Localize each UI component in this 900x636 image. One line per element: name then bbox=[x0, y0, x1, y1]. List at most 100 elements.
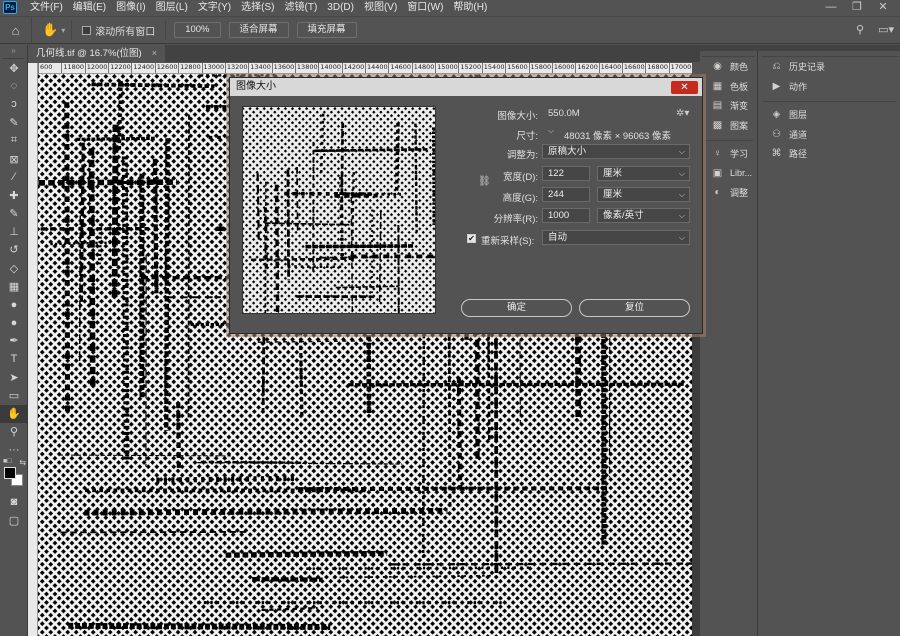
panel-tab-layers[interactable]: ◈ 图层 bbox=[759, 105, 900, 125]
scroll-all-checkbox[interactable] bbox=[82, 25, 92, 35]
dimensions-chevron-icon[interactable]: ⌵ bbox=[548, 126, 554, 136]
rectangle-icon[interactable]: ▭ bbox=[0, 386, 28, 404]
ruler-tick-label: 12200 bbox=[108, 63, 131, 73]
crop-icon[interactable]: ⌗ bbox=[0, 132, 28, 150]
ok-button[interactable]: 确定 bbox=[461, 299, 572, 317]
panel-tab-libraries[interactable]: ▣ Libr... bbox=[700, 164, 757, 184]
menu-help[interactable]: 帮助(H) bbox=[448, 0, 492, 15]
eyedropper-icon[interactable]: ⁄ bbox=[0, 168, 28, 186]
marquee-icon[interactable]: ◌ bbox=[0, 77, 28, 95]
panel-tab-learn[interactable]: ♀ 学习 bbox=[700, 144, 757, 164]
settings-gear-icon[interactable]: ✲▾ bbox=[676, 108, 689, 119]
width-label: 宽度(D): bbox=[503, 172, 538, 183]
resample-method-select[interactable]: 自动 ⌵ bbox=[542, 230, 690, 245]
gradient-icon[interactable]: ▦ bbox=[0, 277, 28, 295]
panel-tab-label: 色板 bbox=[730, 81, 749, 92]
close-window-button[interactable]: ✕ bbox=[870, 0, 896, 15]
tool-preset-picker[interactable]: ✋ ▾ bbox=[32, 20, 73, 40]
menu-window[interactable]: 窗口(W) bbox=[402, 0, 448, 15]
ruler-tick-label: 14600 bbox=[388, 63, 411, 73]
resolution-unit-select[interactable]: 像素/英寸 ⌵ bbox=[597, 208, 690, 223]
menu-layer[interactable]: 图层(L) bbox=[151, 0, 193, 15]
zoom-icon[interactable]: ⚲ bbox=[0, 423, 28, 441]
panel-tab-channels[interactable]: ⚇ 通道 bbox=[759, 125, 900, 145]
pen-icon[interactable]: ✒ bbox=[0, 332, 28, 350]
search-icon[interactable]: ⚲ bbox=[856, 23, 864, 36]
healing-icon[interactable]: ✚ bbox=[0, 186, 28, 204]
workspace-icon[interactable]: ▭▾ bbox=[878, 23, 894, 36]
menu-edit[interactable]: 编辑(E) bbox=[68, 0, 111, 15]
panel-tab-actions[interactable]: ▶ 动作 bbox=[759, 77, 900, 97]
swap-colors-icon[interactable]: ⇆ bbox=[19, 458, 26, 467]
frame-icon[interactable]: ⊠ bbox=[0, 150, 28, 168]
default-colors-icon[interactable]: ■□ bbox=[3, 458, 11, 465]
panel-tab-color-palette[interactable]: ◉ 颜色 bbox=[700, 57, 757, 77]
fill-screen-button[interactable]: 填充屏幕 bbox=[296, 22, 357, 38]
panel-tab-label: 学习 bbox=[730, 149, 749, 160]
swatches-icon: ▦ bbox=[712, 80, 723, 92]
dialog-close-button[interactable]: ✕ bbox=[671, 81, 698, 94]
quick-mask-icon[interactable]: ◙ bbox=[0, 493, 28, 511]
type-icon[interactable]: T bbox=[0, 350, 28, 368]
menu-3d[interactable]: 3D(D) bbox=[322, 0, 359, 15]
width-unit-select[interactable]: 厘米 ⌵ bbox=[597, 166, 690, 181]
horizontal-ruler[interactable]: 600 11800 12000 12200 12400 12600 12800 13000 13… bbox=[38, 63, 692, 74]
close-tab-icon[interactable]: × bbox=[152, 45, 157, 62]
blur-icon[interactable]: ● bbox=[0, 295, 28, 313]
ruler-tick-label: 16400 bbox=[598, 63, 621, 73]
ruler-tick-label: 13200 bbox=[224, 63, 248, 73]
dialog-title-bar[interactable]: 图像大小 ✕ bbox=[230, 78, 702, 96]
resample-checkbox[interactable]: ✔ bbox=[467, 234, 476, 243]
height-unit-select[interactable]: 厘米 ⌵ bbox=[597, 187, 690, 202]
menu-filter[interactable]: 滤镜(T) bbox=[280, 0, 323, 15]
scroll-all-windows-option[interactable]: 滚动所有窗口 bbox=[72, 20, 167, 40]
panel-tab-paths[interactable]: ⌘ 路径 bbox=[759, 144, 900, 164]
document-tab[interactable]: 几何线.tif @ 16.7%(位图) × bbox=[28, 45, 165, 62]
history-brush-icon[interactable]: ↺ bbox=[0, 241, 28, 259]
hand-icon[interactable]: ✋ bbox=[0, 404, 28, 423]
reset-button[interactable]: 复位 bbox=[579, 299, 690, 317]
panel-tab-patterns[interactable]: ▩ 图案 bbox=[700, 116, 757, 136]
history-icon: ⎌ bbox=[772, 61, 781, 73]
menu-select[interactable]: 选择(S) bbox=[236, 0, 279, 15]
menu-view[interactable]: 视图(V) bbox=[359, 0, 402, 15]
restore-button[interactable]: ❐ bbox=[844, 0, 870, 15]
fit-screen-button[interactable]: 适合屏幕 bbox=[228, 22, 289, 38]
width-input[interactable]: 122 bbox=[542, 166, 590, 181]
ruler-tick-label: 12600 bbox=[154, 63, 177, 73]
panel-tab-adjustments[interactable]: ◐ 调整 bbox=[700, 183, 757, 203]
resolution-input[interactable]: 1000 bbox=[542, 208, 590, 223]
foreground-color-swatch[interactable] bbox=[4, 467, 16, 480]
menu-type[interactable]: 文字(Y) bbox=[193, 0, 236, 15]
menu-image[interactable]: 图像(I) bbox=[111, 0, 150, 15]
path-select-icon[interactable]: ➤ bbox=[0, 368, 28, 386]
brush-icon[interactable]: ✎ bbox=[0, 205, 28, 223]
zoom-100-button[interactable]: 100% bbox=[174, 22, 221, 38]
move-icon[interactable]: ✥ bbox=[0, 59, 28, 77]
texture-stroke bbox=[397, 225, 400, 313]
dodge-icon[interactable]: ● bbox=[0, 314, 28, 332]
chevron-down-icon: ⌵ bbox=[678, 233, 685, 242]
fit-to-select[interactable]: 原稿大小 ⌵ bbox=[542, 144, 690, 159]
minimize-button[interactable]: — bbox=[818, 0, 844, 15]
home-button[interactable]: ⌂ bbox=[0, 17, 32, 43]
patterns-icon: ▩ bbox=[712, 119, 723, 131]
chevron-down-icon: ⌵ bbox=[678, 190, 685, 199]
dialog-title: 图像大小 bbox=[236, 81, 276, 92]
vertical-ruler[interactable] bbox=[28, 63, 38, 636]
lasso-icon[interactable]: ↄ bbox=[0, 95, 28, 113]
stamp-icon[interactable]: ⊥ bbox=[0, 223, 28, 241]
panel-tab-swatches[interactable]: ▦ 色板 bbox=[700, 77, 757, 97]
more-tools-icon[interactable]: ··· bbox=[0, 441, 28, 459]
screen-mode-icon[interactable]: ▢ bbox=[0, 511, 28, 529]
eraser-icon[interactable]: ◇ bbox=[0, 259, 28, 277]
panel-column-2-list: ⎌ 历史记录 ▶ 动作 ◈ 图层 ⚇ 通道 ⌘ 路径 bbox=[759, 57, 900, 164]
quick-select-icon[interactable]: ✎ bbox=[0, 114, 28, 132]
toolbar-collapse-icon[interactable]: » bbox=[3, 45, 24, 59]
menu-file[interactable]: 文件(F) bbox=[25, 0, 68, 15]
panel-tab-gradients[interactable]: ▤ 渐变 bbox=[700, 96, 757, 116]
panel-tab-label: 图案 bbox=[730, 120, 749, 131]
height-input[interactable]: 244 bbox=[542, 187, 590, 202]
panel-tab-history[interactable]: ⎌ 历史记录 bbox=[759, 57, 900, 77]
image-preview[interactable] bbox=[242, 106, 436, 314]
